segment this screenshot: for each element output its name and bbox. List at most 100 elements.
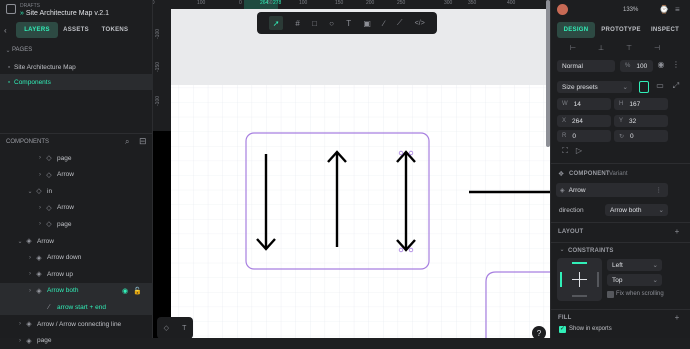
canvas[interactable]: 5010005010015020025026427830035040045050… xyxy=(153,0,550,338)
avatar[interactable] xyxy=(557,4,568,15)
tree-row[interactable]: › ◇ page xyxy=(0,150,153,166)
height-field[interactable]: H 167 xyxy=(614,98,668,110)
component-name-row[interactable]: ◈ Arrow ⋮ xyxy=(556,183,668,197)
x-field[interactable]: X 264 xyxy=(557,115,611,127)
more-options-icon[interactable]: ⋮ xyxy=(656,186,663,194)
rotation-field[interactable]: ↻ 0 xyxy=(614,130,668,142)
file-title[interactable]: » Site Architecture Map v.2.1 xyxy=(20,10,109,17)
eye-icon[interactable]: ◉ xyxy=(656,60,666,69)
more-options-icon[interactable]: ⋮ xyxy=(671,60,681,69)
fix-scrolling-checkbox[interactable] xyxy=(607,291,614,298)
lock-icon[interactable]: 🔓 xyxy=(133,287,142,295)
tab-prototype[interactable]: PROTOTYPE xyxy=(599,22,643,38)
move-tool-icon[interactable]: ➚ xyxy=(269,16,284,30)
tab-assets[interactable]: ASSETS xyxy=(58,22,94,38)
constraint-horizontal-select[interactable]: Left ⌄ xyxy=(607,259,662,271)
page-icon: ▫ xyxy=(7,78,11,86)
chevron-icon[interactable]: › xyxy=(36,172,44,178)
chevron-icon[interactable]: › xyxy=(26,271,34,277)
zoom-level[interactable]: 133% xyxy=(623,7,638,13)
align-center-icon[interactable]: ⊥ xyxy=(596,44,606,52)
ellipse-tool-icon[interactable]: ○ xyxy=(329,19,334,28)
constraint-bottom-bar[interactable] xyxy=(572,295,587,297)
page-item-components[interactable]: ▫ Components xyxy=(0,74,153,90)
align-top-icon[interactable]: ⊤ xyxy=(624,44,634,52)
tree-row[interactable]: › ◈ Arrow up xyxy=(0,266,153,282)
chevron-icon[interactable]: › xyxy=(16,338,24,344)
show-in-exports-checkbox[interactable]: ✓ xyxy=(559,326,566,333)
chevron-icon[interactable]: › xyxy=(16,321,24,327)
component-icon: ❖ xyxy=(558,171,565,178)
menu-icon[interactable]: ≡ xyxy=(675,5,680,14)
tree-row[interactable]: ∕ arrow start + end xyxy=(0,299,153,316)
tab-layers[interactable]: LAYERS xyxy=(16,22,58,38)
chevron-icon[interactable]: › xyxy=(26,255,34,261)
width-field[interactable]: W 14 xyxy=(557,98,611,110)
radius-field[interactable]: R0 xyxy=(557,130,611,142)
search-icon[interactable]: ⌕ xyxy=(125,137,129,147)
tree-row[interactable]: ⌄ ◈ Arrow xyxy=(0,233,153,249)
chevron-icon[interactable]: ⌄ xyxy=(16,238,24,245)
play-icon[interactable]: ▷ xyxy=(574,146,584,155)
align-left-icon[interactable]: ⊢ xyxy=(568,44,578,52)
constraint-left-bar[interactable] xyxy=(560,272,562,287)
tree-row-label: Arrow xyxy=(57,204,74,212)
property-select[interactable]: Arrow both ⌄ xyxy=(605,204,668,216)
tree-row[interactable]: › ◇ page xyxy=(0,216,153,232)
image-tool-icon[interactable]: ▣ xyxy=(363,19,371,28)
size-presets-select[interactable]: Size presets ⌄ xyxy=(557,81,632,93)
expand-corners-icon[interactable]: ⛶ xyxy=(560,146,570,156)
code-tool-icon[interactable]: </> xyxy=(415,20,425,27)
tree-row[interactable]: › ◇ Arrow xyxy=(0,200,153,216)
page-item-site-map[interactable]: ▫ Site Architecture Map xyxy=(0,59,153,75)
text-tool-icon[interactable]: T xyxy=(346,19,351,28)
board-tool-icon[interactable]: # xyxy=(295,19,299,28)
help-icon[interactable]: ? xyxy=(532,326,546,338)
divider xyxy=(551,222,690,223)
chevron-icon[interactable]: › xyxy=(36,205,44,211)
add-layout-icon[interactable]: + xyxy=(672,227,682,236)
history-icon[interactable]: ⌚ xyxy=(659,5,669,14)
constraint-vertical-select[interactable]: Top ⌄ xyxy=(607,274,662,286)
constraints-widget[interactable] xyxy=(557,258,602,301)
constraint-top-bar[interactable] xyxy=(572,262,587,264)
orientation-portrait-icon[interactable] xyxy=(639,81,649,93)
typography-palette-icon[interactable]: T xyxy=(182,325,186,332)
component-main-icon: ◈ xyxy=(26,321,32,328)
tab-tokens[interactable]: TOKENS xyxy=(94,22,136,38)
color-palette-icon[interactable]: ◇ xyxy=(164,324,169,332)
components-header-label: COMPONENTS xyxy=(6,139,50,145)
constraint-right-bar[interactable] xyxy=(597,272,599,287)
tree-row[interactable]: › ◇ Arrow xyxy=(0,167,153,183)
pages-header[interactable]: ⌄ PAGES xyxy=(0,42,153,58)
align-right-icon[interactable]: ⊣ xyxy=(652,44,662,52)
orientation-landscape-icon[interactable]: ▭ xyxy=(655,81,665,90)
tab-inspect[interactable]: INSPECT xyxy=(645,22,685,38)
tree-row[interactable]: › ◈ page xyxy=(0,333,153,349)
rect-tool-icon[interactable]: □ xyxy=(312,19,317,28)
chevron-icon[interactable]: › xyxy=(36,221,44,227)
chevron-icon[interactable]: › xyxy=(36,155,44,161)
tree-row[interactable]: › ◈ Arrow / Arrow connecting line xyxy=(0,316,153,332)
collapse-icon[interactable]: ‹ xyxy=(4,22,14,38)
chevron-icon[interactable]: ⌄ xyxy=(26,188,34,195)
component-icon: ◇ xyxy=(46,155,52,162)
chevron-icon[interactable]: › xyxy=(26,288,34,294)
eye-icon[interactable]: ◉ xyxy=(122,287,128,295)
path-tool-icon[interactable]: ⟋ xyxy=(397,18,403,28)
constraint-v-center[interactable] xyxy=(579,272,580,287)
tree-row[interactable]: › ◈ Arrow both ◉ 🔓 xyxy=(0,282,153,299)
fit-content-icon[interactable]: ⤢ xyxy=(671,81,681,91)
y-field[interactable]: Y 32 xyxy=(614,115,668,127)
opacity-field[interactable]: % 100 xyxy=(620,60,653,72)
tree-row-label: Arrow xyxy=(57,171,74,179)
tab-design[interactable]: DESIGN xyxy=(557,22,595,38)
blend-mode-select[interactable]: Normal xyxy=(557,60,615,72)
tree-row[interactable]: ⌄ ◇ in xyxy=(0,183,153,199)
curve-tool-icon[interactable]: ∕ xyxy=(383,19,384,28)
add-fill-icon[interactable]: + xyxy=(672,313,682,322)
tree-row-label: arrow start + end xyxy=(57,303,106,311)
chevron-down-icon[interactable]: ⌄ xyxy=(558,246,566,253)
collapse-all-icon[interactable]: ⊟ xyxy=(139,136,147,147)
tree-row[interactable]: › ◈ Arrow down xyxy=(0,250,153,266)
